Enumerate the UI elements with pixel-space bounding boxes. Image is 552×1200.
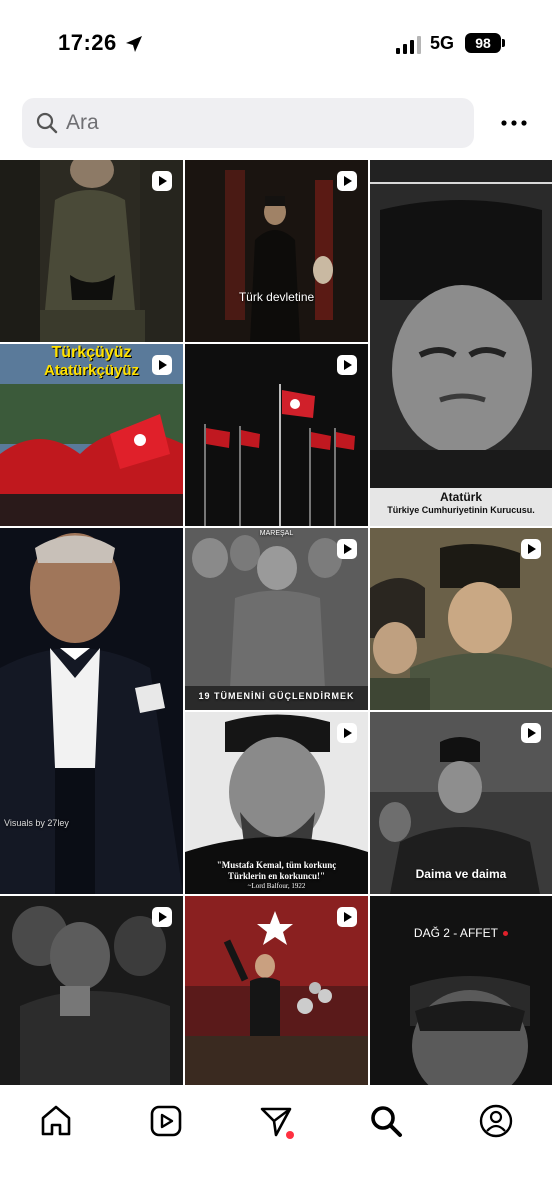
tile-image [0,528,183,894]
tile-caption-text: DAĞ 2 - AFFET [413,926,498,940]
status-time: 17:26 [58,30,117,55]
nav-search[interactable] [366,1101,406,1141]
explore-tile[interactable]: "Mustafa Kemal, tüm korkunç Türklerin en… [185,712,368,894]
search-input[interactable] [66,106,456,140]
profile-icon [479,1104,513,1138]
reel-icon [336,722,358,744]
nav-reels[interactable] [146,1101,186,1141]
battery-nub [502,39,505,47]
reel-icon [151,170,173,192]
tile-image [370,160,552,526]
reel-icon [151,354,173,376]
explore-tile[interactable] [185,344,368,526]
network-type: 5G [430,33,455,53]
nav-messages[interactable] [256,1101,296,1141]
reel-icon [151,906,173,928]
tile-caption-top: MAREŞAL [259,530,294,537]
tile-caption: DAĞ 2 - AFFET [370,926,552,940]
explore-grid: Türk devletine Atatürk Türkiye Cumhuriye… [0,160,552,1085]
nav-home[interactable] [36,1101,76,1141]
explore-tile[interactable]: Türkçüyüz Atatürkçüyüz [0,344,183,526]
notification-dot [286,1131,294,1139]
reel-icon [336,538,358,560]
search-icon [36,112,58,134]
quote-line-2: Türklerin en korkuncu!" [227,871,325,881]
tile-caption: Daima ve daima [415,867,507,881]
explore-tile[interactable]: Daima ve daima [370,712,552,894]
reel-icon [336,906,358,928]
tile-caption: Türk devletine [238,290,315,304]
search-bar[interactable] [22,98,474,148]
home-icon [41,1105,71,1136]
more-options-icon[interactable] [498,108,530,138]
explore-tile[interactable] [185,896,368,1085]
explore-tile[interactable] [370,528,552,710]
explore-tile[interactable] [0,896,183,1085]
tile-caption-title: Atatürk [439,490,482,504]
quote-line-1: "Mustafa Kemal, tüm korkunç [216,860,337,870]
explore-tile[interactable]: MAREŞAL 19 TÜMENİNİ GÜÇLENDİRMEK [185,528,368,710]
explore-tile[interactable]: DAĞ 2 - AFFET [370,896,552,1085]
tile-image [370,896,552,1085]
tile-caption: Visuals by 27ley [4,818,69,828]
explore-tile[interactable]: Visuals by 27ley [0,528,183,894]
explore-tile[interactable]: Atatürk Türkiye Cumhuriyetinin Kurucusu. [370,160,552,526]
reels-icon [150,1105,182,1137]
quote-author: ~Lord Balfour, 1922 [247,882,306,890]
nav-profile[interactable] [476,1101,516,1141]
reel-icon [336,354,358,376]
location-arrow-icon [126,36,142,52]
red-dot [503,931,509,937]
reel-icon [520,538,542,560]
explore-tile[interactable]: Türk devletine [185,160,368,342]
status-bar: 17:26 5G 98 [0,0,552,90]
bottom-navigation [0,1085,552,1200]
reel-icon [520,722,542,744]
tile-caption-subtitle: Türkiye Cumhuriyetinin Kurucusu. [387,505,535,515]
tile-caption: 19 TÜMENİNİ GÜÇLENDİRMEK [198,691,355,701]
search-icon [371,1106,402,1137]
reel-icon [336,170,358,192]
signal-icon [396,36,421,54]
explore-tile[interactable] [0,160,183,342]
battery-indicator: 98 [465,33,501,53]
